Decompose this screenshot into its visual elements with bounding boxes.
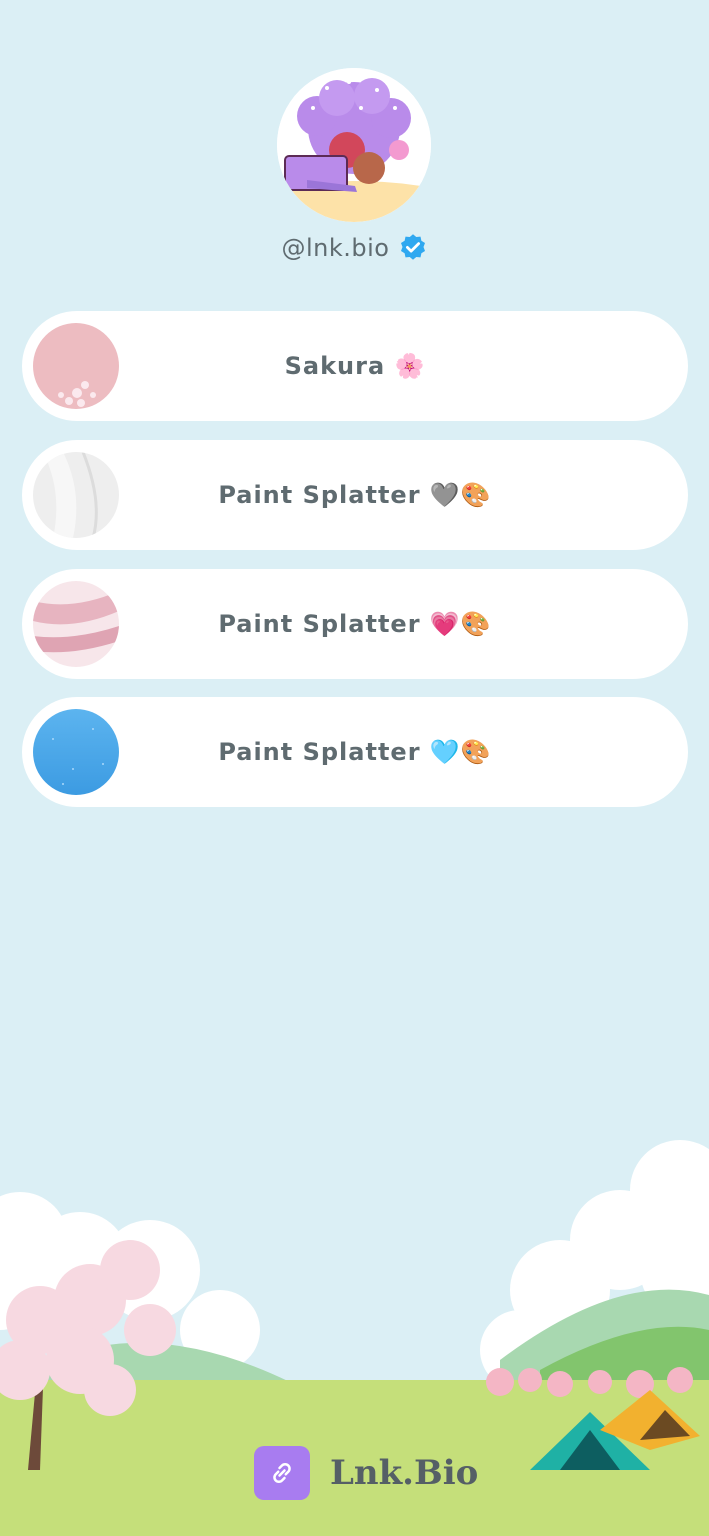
link-label: Paint Splatter 💗🎨 (218, 610, 492, 638)
profile-handle: @lnk.bio (281, 234, 390, 262)
pink-marble-thumbnail-image (33, 581, 119, 667)
footer-brand[interactable]: Lnk.Bio (254, 1446, 478, 1500)
link-thumbnail (33, 709, 119, 795)
brand-logo (254, 1446, 310, 1500)
brand-name: Lnk.Bio (330, 1453, 479, 1493)
link-card-paint-splatter-pink[interactable]: Paint Splatter 💗🎨 (22, 569, 688, 679)
blue-paint-thumbnail-image (33, 709, 119, 795)
verified-badge-icon (400, 234, 425, 260)
link-card-paint-splatter-blue[interactable]: Paint Splatter 🩵🎨 (22, 697, 688, 807)
link-thumbnail (33, 323, 119, 409)
handle-row: @lnk.bio (0, 233, 709, 263)
avatar-illustration (277, 68, 431, 222)
link-label: Paint Splatter 🩶🎨 (218, 481, 492, 509)
profile-avatar[interactable] (277, 68, 431, 222)
sakura-thumbnail-image (33, 323, 119, 409)
link-label: Sakura 🌸 (284, 352, 426, 380)
link-thumbnail (33, 581, 119, 667)
link-label: Paint Splatter 🩵🎨 (218, 738, 492, 766)
gray-paint-thumbnail-image (33, 452, 119, 538)
link-card-paint-splatter-gray[interactable]: Paint Splatter 🩶🎨 (22, 440, 688, 550)
link-card-sakura[interactable]: Sakura 🌸 (22, 311, 688, 421)
link-chain-icon (273, 1462, 291, 1484)
link-thumbnail (33, 452, 119, 538)
